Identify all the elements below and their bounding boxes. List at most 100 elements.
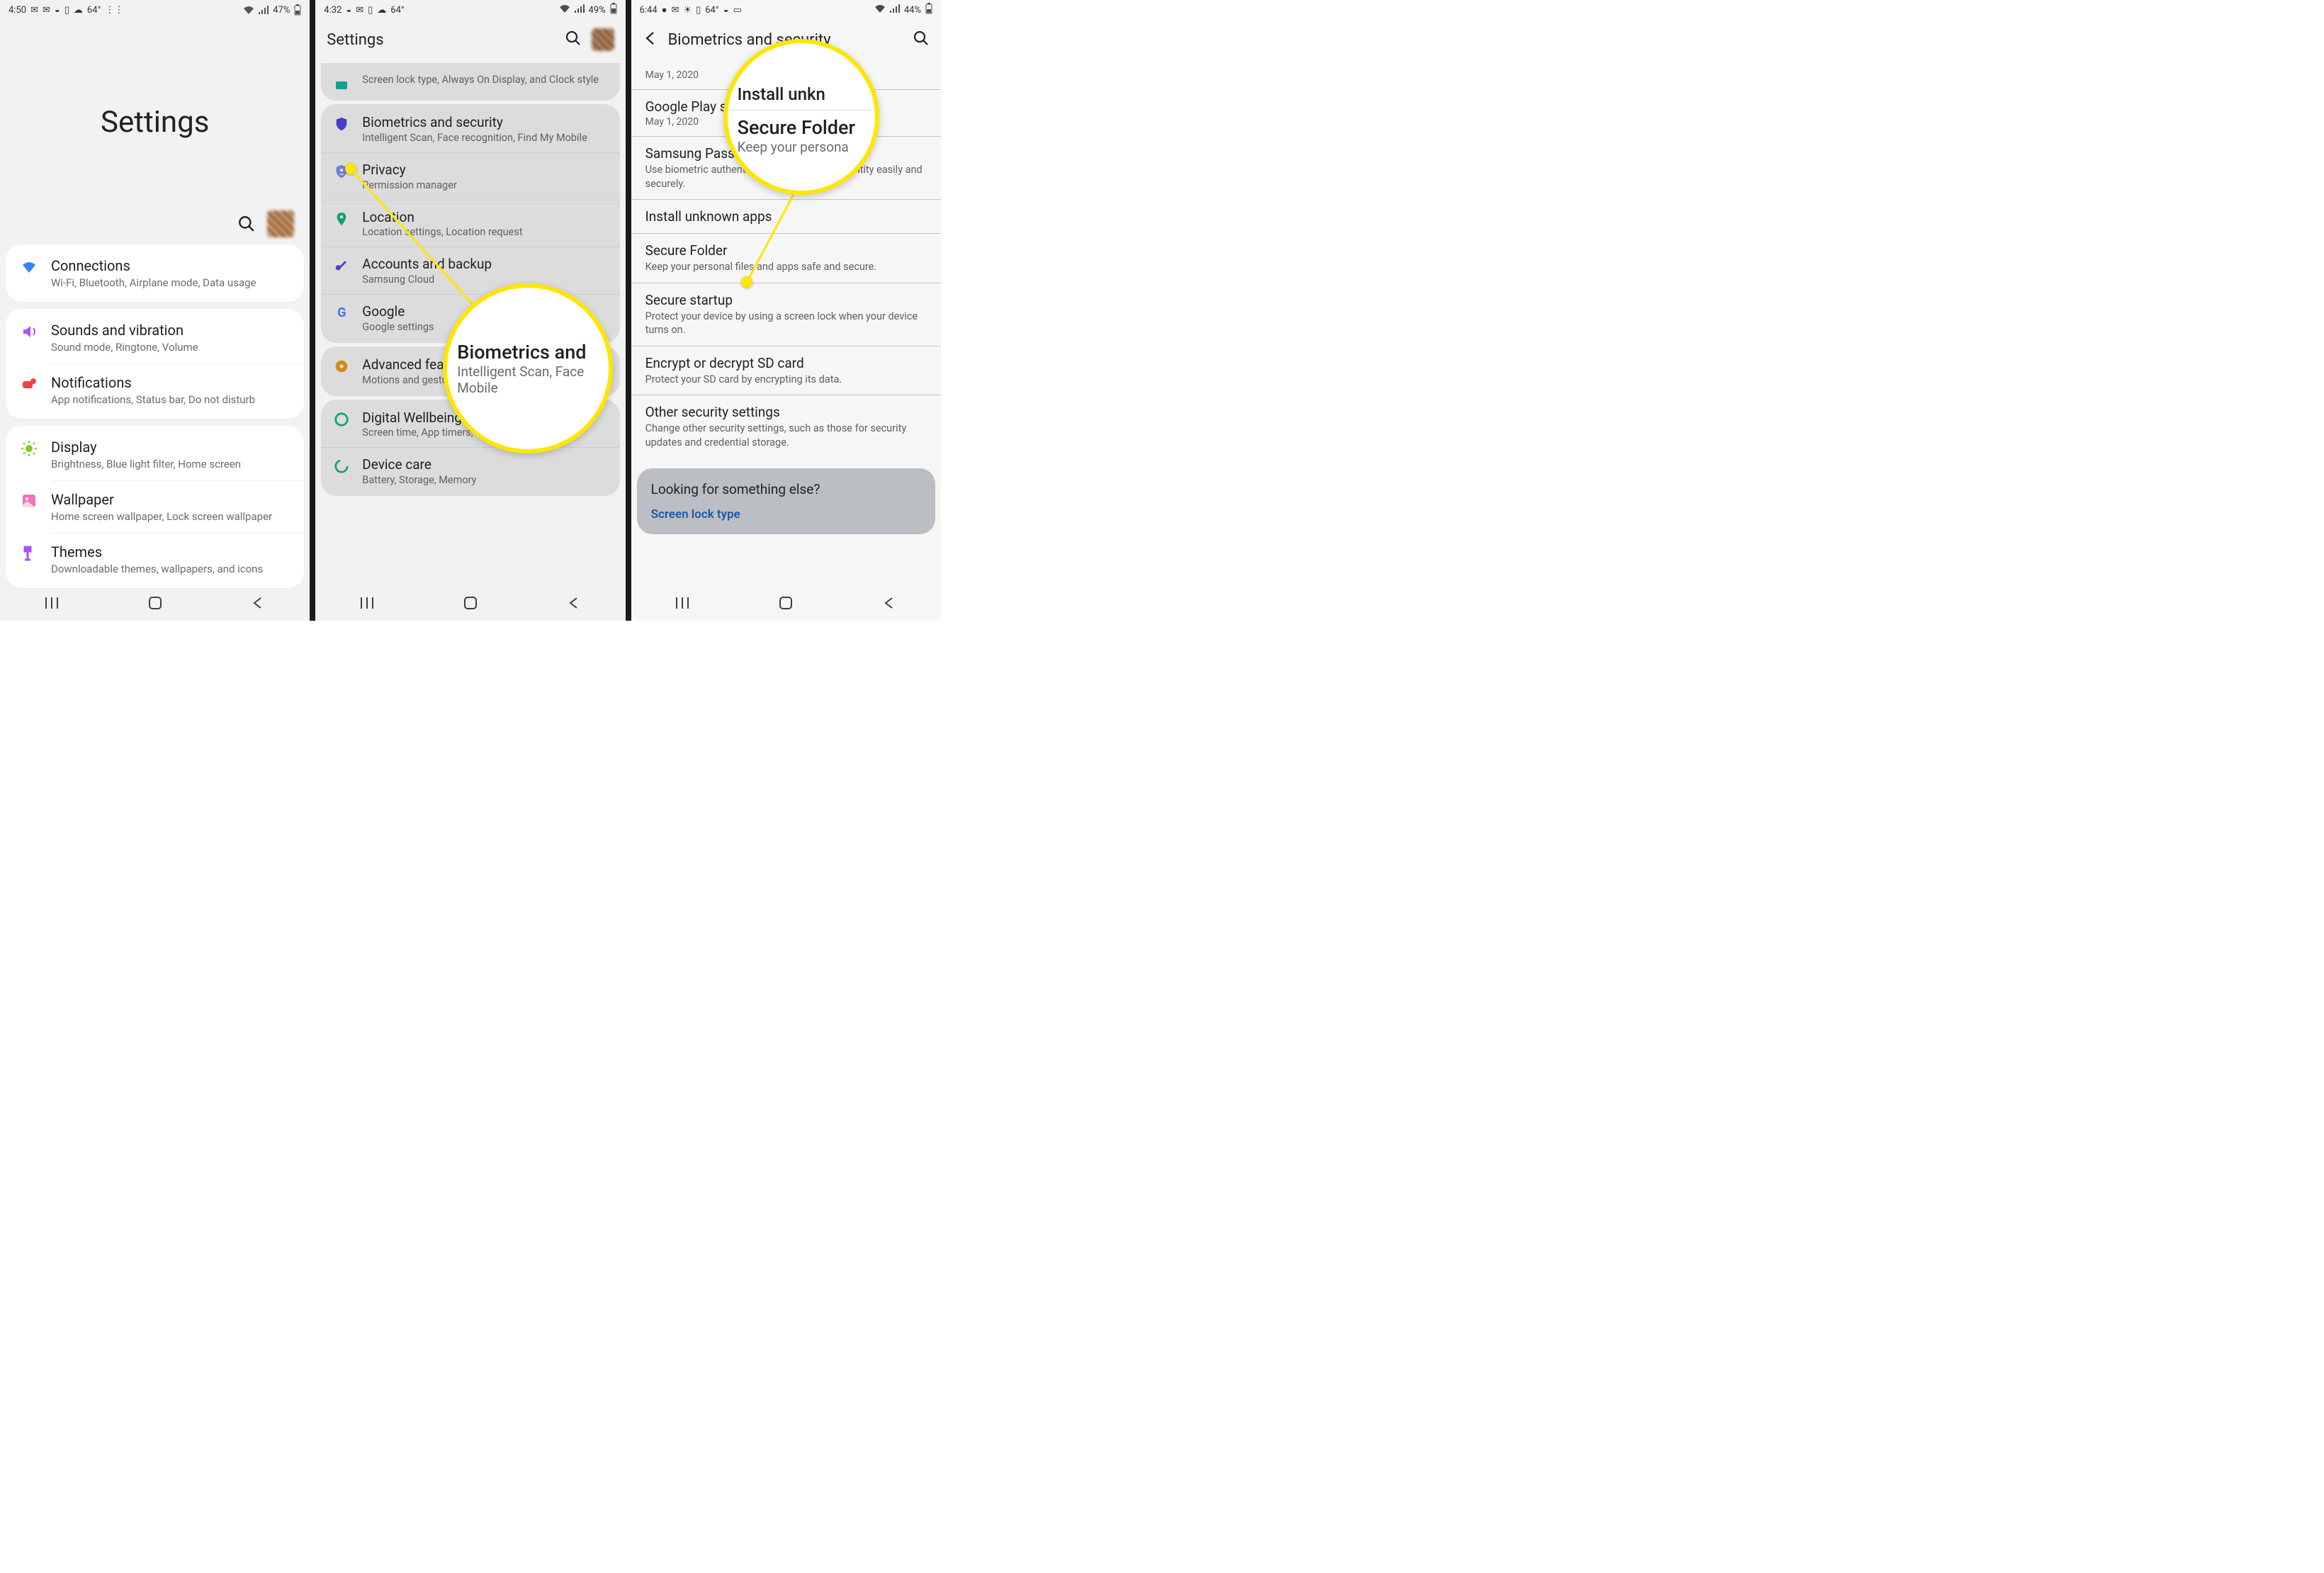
nav-home[interactable] [147,595,163,614]
shield-icon [334,116,349,132]
search-button[interactable] [913,30,930,50]
row-title: Google [362,303,434,320]
row-subtitle: Downloadable themes, wallpapers, and ico… [51,563,290,575]
row-subtitle: Screen lock type, Always On Display, and… [362,74,599,86]
themes-icon [21,545,38,562]
status-time: 6:44 [640,5,658,16]
row-subtitle: App notifications, Status bar, Do not di… [51,393,290,406]
messenger-icon: ◒ [55,4,60,16]
item-subtitle: Protect your device by using a screen lo… [645,310,927,337]
status-battery-pct: 47% [273,5,290,16]
nav-recents[interactable] [44,595,60,614]
list-item-encrypt-sd[interactable]: Encrypt or decrypt SD cardProtect your S… [631,346,941,395]
callout-magnifier: Install unkn Secure Folder Keep your per… [723,39,879,195]
status-battery-pct: 49% [589,5,606,16]
battery-icon [610,3,617,17]
back-button[interactable] [643,30,658,49]
search-button[interactable] [237,215,256,233]
settings-row-privacy[interactable]: PrivacyPermission manager [321,152,619,200]
row-title: Display [51,439,290,456]
nav-recents[interactable] [359,595,375,614]
header-title: Settings [327,31,554,49]
cloud-icon: ☁ [377,5,386,16]
nav-back[interactable] [566,595,582,614]
screenshot-biometrics-security: 6:44 ● ✉ ☀ ▯ 64° ◒ ▭ 44% Biometrics and … [631,0,941,621]
wallpaper-icon [21,492,38,509]
settings-row-sounds[interactable]: Sounds and vibration Sound mode, Rington… [6,312,304,363]
nav-back[interactable] [881,595,897,614]
item-title: Other security settings [645,404,927,420]
screenshot-settings-list: 4:32 ◒ ✉ ▯ ☁ 64° 49% Settings Screen loc… [315,0,625,621]
suggestion-card: Looking for something else? Screen lock … [637,468,935,534]
chevron-left-icon [643,30,658,46]
row-title: Connections [51,257,290,275]
suggestion-link[interactable]: Screen lock type [651,507,921,521]
status-bar: 4:32 ◒ ✉ ▯ ☁ 64° 49% [315,0,625,20]
profile-avatar[interactable] [267,210,294,237]
list-item-other-security[interactable]: Other security settingsChange other secu… [631,395,941,458]
row-title: Notifications [51,374,290,392]
search-button[interactable] [565,30,582,50]
callout-title: Biometrics and [457,341,599,363]
row-subtitle: Home screen wallpaper, Lock screen wallp… [51,510,290,523]
row-subtitle: Sound mode, Ringtone, Volume [51,341,290,354]
settings-row-devicecare[interactable]: Device careBattery, Storage, Memory [321,447,619,495]
battery-icon [294,4,301,16]
battery-saver-icon: ▯ [64,5,69,16]
settings-row-accounts[interactable]: Accounts and backupSamsung Cloud [321,247,619,294]
settings-row-lockscreen[interactable]: Screen lock type, Always On Display, and… [321,64,619,99]
list-item-secure-startup[interactable]: Secure startupProtect your device by usi… [631,283,941,346]
profile-avatar[interactable] [592,28,614,51]
wifi-icon [243,6,254,14]
nav-back[interactable] [250,595,266,614]
status-temp: 64° [705,5,718,16]
nav-bar [631,588,941,621]
settings-row-themes[interactable]: Themes Downloadable themes, wallpapers, … [6,534,304,585]
status-bar: 4:50 ✉ ✉ ◒ ▯ ☁ 64° ⋮⋮ 47% [0,0,310,20]
header: Settings [315,20,625,60]
row-title: Wallpaper [51,491,290,509]
reddit-icon: ● [662,4,667,16]
settings-group-partial: Screen lock type, Always On Display, and… [321,63,619,101]
signal-icon [259,6,269,14]
settings-group: Connections Wi-Fi, Bluetooth, Airplane m… [6,244,304,302]
settings-row-wallpaper[interactable]: Wallpaper Home screen wallpaper, Lock sc… [6,481,304,533]
row-subtitle: Battery, Storage, Memory [362,474,476,486]
device-care-icon [334,458,349,474]
settings-row-biometrics[interactable]: Biometrics and securityIntelligent Scan,… [321,106,619,152]
list-item-secure-folder[interactable]: Secure FolderKeep your personal files an… [631,233,941,283]
wellbeing-icon [334,412,349,427]
list-item-install-unknown[interactable]: Install unknown apps [631,199,941,233]
mail-icon: ✉ [672,5,679,16]
callout-sub2: Mobile [457,380,599,396]
wifi-icon [21,259,38,276]
sound-icon [21,323,38,340]
chat-icon: ◒ [723,4,729,16]
row-subtitle: Samsung Cloud [362,274,492,286]
settings-row-connections[interactable]: Connections Wi-Fi, Bluetooth, Airplane m… [6,247,304,299]
status-temp: 64° [390,5,404,16]
signal-icon [575,4,585,16]
screenshot-settings-home: 4:50 ✉ ✉ ◒ ▯ ☁ 64° ⋮⋮ 47% Settings [0,0,310,621]
row-subtitle: Intelligent Scan, Face recognition, Find… [362,132,587,144]
battery-saver-icon: ▯ [696,5,701,16]
settings-group: Display Brightness, Blue light filter, H… [6,426,304,588]
settings-row-notifications[interactable]: Notifications App notifications, Status … [6,364,304,416]
nav-bar [315,588,625,621]
nav-recents[interactable] [675,595,690,614]
nav-home[interactable] [463,595,478,614]
wifi-icon [874,4,886,16]
settings-group: Sounds and vibration Sound mode, Rington… [6,309,304,419]
page-title: Settings [0,105,310,140]
item-title: Secure Folder [645,242,927,259]
suggestion-question: Looking for something else? [651,481,921,497]
gmail-icon: ✉ [30,5,38,16]
row-subtitle: Google settings [362,321,434,333]
row-title: Location [362,209,522,226]
app-icon: ▭ [733,5,742,16]
callout-sub1: Intelligent Scan, Face [457,363,599,380]
settings-row-location[interactable]: LocationLocation settings, Location requ… [321,200,619,247]
search-icon [237,215,256,233]
settings-row-display[interactable]: Display Brightness, Blue light filter, H… [6,429,304,480]
nav-home[interactable] [778,595,794,614]
